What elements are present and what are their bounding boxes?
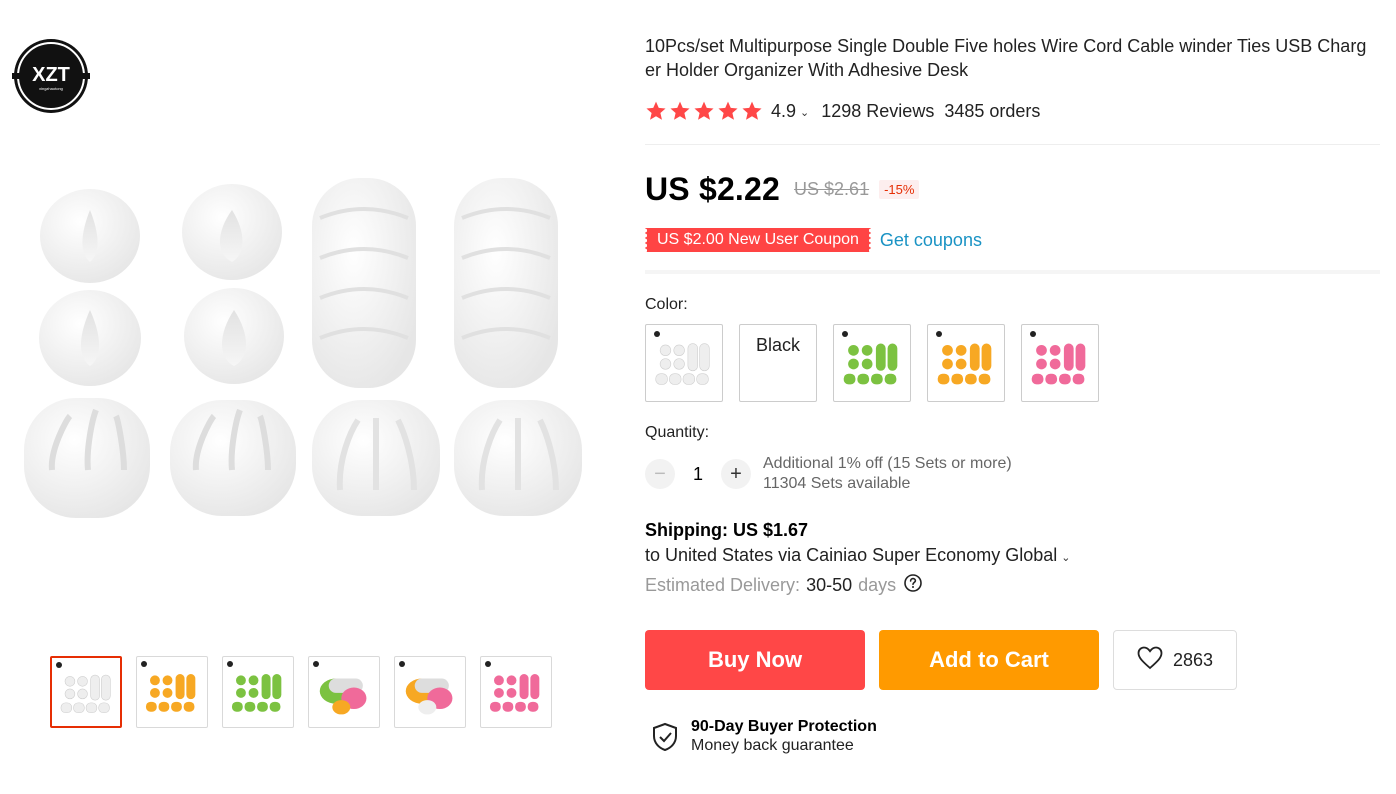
color-option-swatch[interactable] [927,324,1005,402]
stock-available: 11304 Sets available [763,475,911,492]
reviews-link[interactable]: 1298 Reviews [821,101,934,122]
coupon-row: US $2.00 New User Coupon Get coupons [645,228,1380,252]
divider [645,144,1380,145]
buy-now-button[interactable]: Buy Now [645,630,865,690]
brand-dot [654,331,660,337]
quantity-stepper: − 1 + Additional 1% off (15 Sets or more… [645,454,1380,494]
color-option-swatch[interactable] [833,324,911,402]
purchase-actions: Buy Now Add to Cart 2863 [645,630,1380,690]
original-price: US $2.61 [794,179,870,199]
quantity-input[interactable]: 1 [675,464,721,485]
days-unit: days [858,575,897,595]
color-swatches: Black [645,324,1380,402]
buyer-protection-text: 90-Day Buyer Protection Money back guara… [691,718,877,755]
brand-dot [1030,331,1036,337]
color-option-label: Black [755,335,800,355]
color-option-swatch[interactable] [645,324,723,402]
chevron-down-icon[interactable]: ⌄ [1061,552,1070,564]
bulk-discount-note: Additional 1% off (15 Sets or more) [763,455,1012,472]
brand-dot [936,331,942,337]
estimated-delivery-days: 30-50 [806,575,853,595]
rating-row: 4.9 ⌄ 1298 Reviews 3485 orders [645,100,1380,122]
rating-value[interactable]: 4.9 [771,101,796,122]
price-row: US $2.22 US $2.61 -15% [645,171,1380,208]
shipping-cost: Shipping: US $1.67 [645,520,809,540]
store-logo[interactable]: XZT xingzhaotong [10,37,92,115]
brand-dot [842,331,848,337]
add-to-cart-button[interactable]: Add to Cart [879,630,1099,690]
shipping-method[interactable]: to United States via Cainiao Super Econo… [645,545,1380,566]
svg-text:xingzhaotong: xingzhaotong [39,86,63,91]
gallery-thumbnail[interactable] [50,656,122,728]
wishlist-button[interactable]: 2863 [1113,630,1237,690]
new-user-coupon[interactable]: US $2.00 New User Coupon [645,228,871,252]
star-icon [717,100,739,122]
thumbnail-strip [50,656,552,728]
gallery-thumbnail[interactable] [308,656,380,728]
svg-text:XZT: XZT [32,64,70,86]
gallery-thumbnail[interactable] [394,656,466,728]
orders-count: 3485 orders [944,100,1041,121]
product-info: 10Pcs/set Multipurpose Single Double Fiv… [645,34,1380,757]
buyer-protection-subtitle: Money back guarantee [691,737,854,754]
discount-badge: -15% [879,180,920,199]
current-price: US $2.22 [645,171,781,207]
help-icon[interactable] [904,574,922,597]
gallery-thumbnail[interactable] [480,656,552,728]
estimated-delivery: Estimated Delivery: 30-50 days [645,574,1380,597]
heart-icon [1137,646,1163,675]
buyer-protection: 90-Day Buyer Protection Money back guara… [651,718,1380,757]
rating-stars [645,100,763,122]
chevron-down-icon[interactable]: ⌄ [800,106,809,119]
gallery-thumbnail[interactable] [136,656,208,728]
star-icon [693,100,715,122]
gallery-thumbnail[interactable] [222,656,294,728]
color-label: Color: [645,296,688,313]
star-icon [741,100,763,122]
color-option-swatch[interactable] [1021,324,1099,402]
estimated-delivery-label: Estimated Delivery: [645,575,801,595]
quantity-note: Additional 1% off (15 Sets or more) 1130… [763,454,1012,494]
section-divider [645,270,1380,274]
buyer-protection-title: 90-Day Buyer Protection [691,718,877,735]
quantity-label: Quantity: [645,424,710,441]
color-option-black[interactable]: Black [739,324,817,402]
star-icon [669,100,691,122]
product-title: 10Pcs/set Multipurpose Single Double Fiv… [645,36,1367,80]
wishlist-count: 2863 [1172,649,1214,670]
main-product-image[interactable] [20,170,590,530]
star-icon [645,100,667,122]
quantity-decrease-button[interactable]: − [645,459,675,489]
quantity-increase-button[interactable]: + [721,459,751,489]
get-coupons-link[interactable]: Get coupons [880,230,982,251]
shipping-method-text[interactable]: to United States via Cainiao Super Econo… [645,545,1057,565]
shield-check-icon [651,722,679,757]
